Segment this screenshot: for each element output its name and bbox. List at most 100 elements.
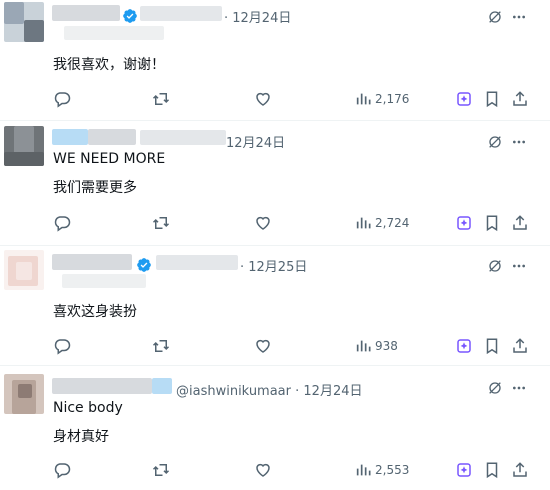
retweet-button[interactable] [152, 90, 170, 108]
grok-icon [457, 339, 471, 353]
reply-button[interactable] [53, 461, 71, 479]
bookmark-button[interactable] [483, 90, 501, 108]
bookmark-icon [486, 338, 498, 355]
tweet-text-line: 我们需要更多 [53, 180, 137, 196]
retweet-button[interactable] [152, 214, 170, 232]
tweet-date[interactable]: · 12月25日 [240, 256, 307, 275]
handle: @iashwinikumaar [176, 384, 291, 399]
views-icon [356, 217, 371, 229]
date-text: 12月25日 [248, 260, 308, 275]
views-icon [356, 93, 371, 105]
handle-redacted[interactable] [156, 255, 238, 270]
date-text: 12月24日 [232, 11, 292, 26]
avatar[interactable] [4, 250, 44, 290]
tweet-actions: 2,176 [0, 90, 550, 110]
retweet-icon [152, 217, 170, 229]
reply-icon [54, 463, 71, 479]
like-icon [256, 216, 270, 230]
more-icon[interactable] [511, 258, 527, 274]
like-button[interactable] [254, 214, 272, 232]
grok-slash-icon[interactable] [487, 134, 503, 150]
like-button[interactable] [254, 90, 272, 108]
grok-button[interactable] [455, 461, 473, 479]
date-text: 12月24日 [226, 136, 286, 151]
views-count: 938 [375, 339, 398, 353]
date-text: 12月24日 [303, 384, 363, 399]
views-count: 2,724 [375, 216, 410, 230]
more-icon[interactable] [511, 380, 527, 396]
tweet-text-line: 身材真好 [53, 429, 109, 445]
avatar[interactable] [4, 374, 44, 414]
retweet-icon [152, 93, 170, 105]
verified-badge-icon [123, 9, 137, 23]
tweet-handle-date[interactable]: @iashwinikumaar · 12月24日 [176, 380, 363, 399]
more-icon[interactable] [511, 9, 527, 25]
reply-button[interactable] [53, 214, 71, 232]
views-count: 2,176 [375, 92, 410, 106]
like-button[interactable] [254, 337, 272, 355]
grok-icon [457, 463, 471, 477]
grok-slash-icon[interactable] [487, 9, 503, 25]
views-button[interactable]: 2,553 [355, 461, 409, 479]
tweet-actions: 2,553 [0, 461, 550, 481]
avatar[interactable] [4, 2, 44, 42]
bookmark-button[interactable] [483, 461, 501, 479]
like-icon [256, 92, 270, 106]
tweet-1[interactable]: · 12月24日 我很喜欢，谢谢！ 2,176 [0, 0, 550, 121]
tweet-2[interactable]: 12月24日 WE NEED MORE 我们需要更多 2,724 [0, 121, 550, 246]
views-button[interactable]: 2,176 [355, 90, 409, 108]
verified-badge-icon [137, 258, 151, 272]
retweet-icon [152, 340, 170, 352]
views-button[interactable]: 938 [355, 337, 398, 355]
retweet-button[interactable] [152, 461, 170, 479]
share-icon [513, 91, 527, 106]
like-icon [256, 463, 270, 477]
bookmark-button[interactable] [483, 214, 501, 232]
tweet-4[interactable]: @iashwinikumaar · 12月24日 Nice body 身材真好 … [0, 366, 550, 490]
tweet-text-line: 喜欢这身装扮 [53, 304, 137, 320]
more-icon[interactable] [511, 134, 527, 150]
tweet-date[interactable]: 12月24日 [226, 132, 285, 151]
views-icon [356, 464, 371, 476]
tweet-3[interactable]: · 12月25日 喜欢这身装扮 938 [0, 246, 550, 366]
views-button[interactable]: 2,724 [355, 214, 409, 232]
reply-icon [54, 92, 71, 108]
grok-slash-icon[interactable] [487, 380, 503, 396]
share-button[interactable] [511, 337, 529, 355]
share-button[interactable] [511, 214, 529, 232]
reply-button[interactable] [53, 337, 71, 355]
tweet-actions: 2,724 [0, 214, 550, 234]
display-name-redacted[interactable] [52, 378, 152, 394]
retweet-button[interactable] [152, 337, 170, 355]
views-count: 2,553 [375, 463, 410, 477]
like-icon [256, 339, 270, 353]
reply-icon [54, 216, 71, 232]
grok-slash-icon[interactable] [487, 258, 503, 274]
views-icon [356, 340, 371, 352]
grok-icon [457, 216, 471, 230]
share-button[interactable] [511, 461, 529, 479]
display-name-redacted[interactable] [52, 129, 88, 145]
grok-button[interactable] [455, 214, 473, 232]
tweet-actions: 938 [0, 337, 550, 357]
bookmark-icon [486, 215, 498, 232]
bookmark-icon [486, 462, 498, 479]
avatar[interactable] [4, 126, 44, 166]
tweet-text-line: 我很喜欢，谢谢！ [53, 57, 165, 73]
like-button[interactable] [254, 461, 272, 479]
tweet-text-line: WE NEED MORE [53, 151, 166, 167]
bookmark-icon [486, 91, 498, 108]
display-name-redacted[interactable] [52, 5, 120, 21]
reply-button[interactable] [53, 90, 71, 108]
bookmark-button[interactable] [483, 337, 501, 355]
tweet-text-line: Nice body [53, 400, 123, 416]
retweet-icon [152, 464, 170, 476]
grok-button[interactable] [455, 337, 473, 355]
handle-redacted[interactable] [140, 6, 222, 21]
grok-button[interactable] [455, 90, 473, 108]
reply-icon [54, 339, 71, 355]
handle-redacted[interactable] [140, 130, 226, 145]
display-name-redacted[interactable] [52, 254, 132, 270]
share-button[interactable] [511, 90, 529, 108]
tweet-date[interactable]: · 12月24日 [224, 7, 291, 26]
